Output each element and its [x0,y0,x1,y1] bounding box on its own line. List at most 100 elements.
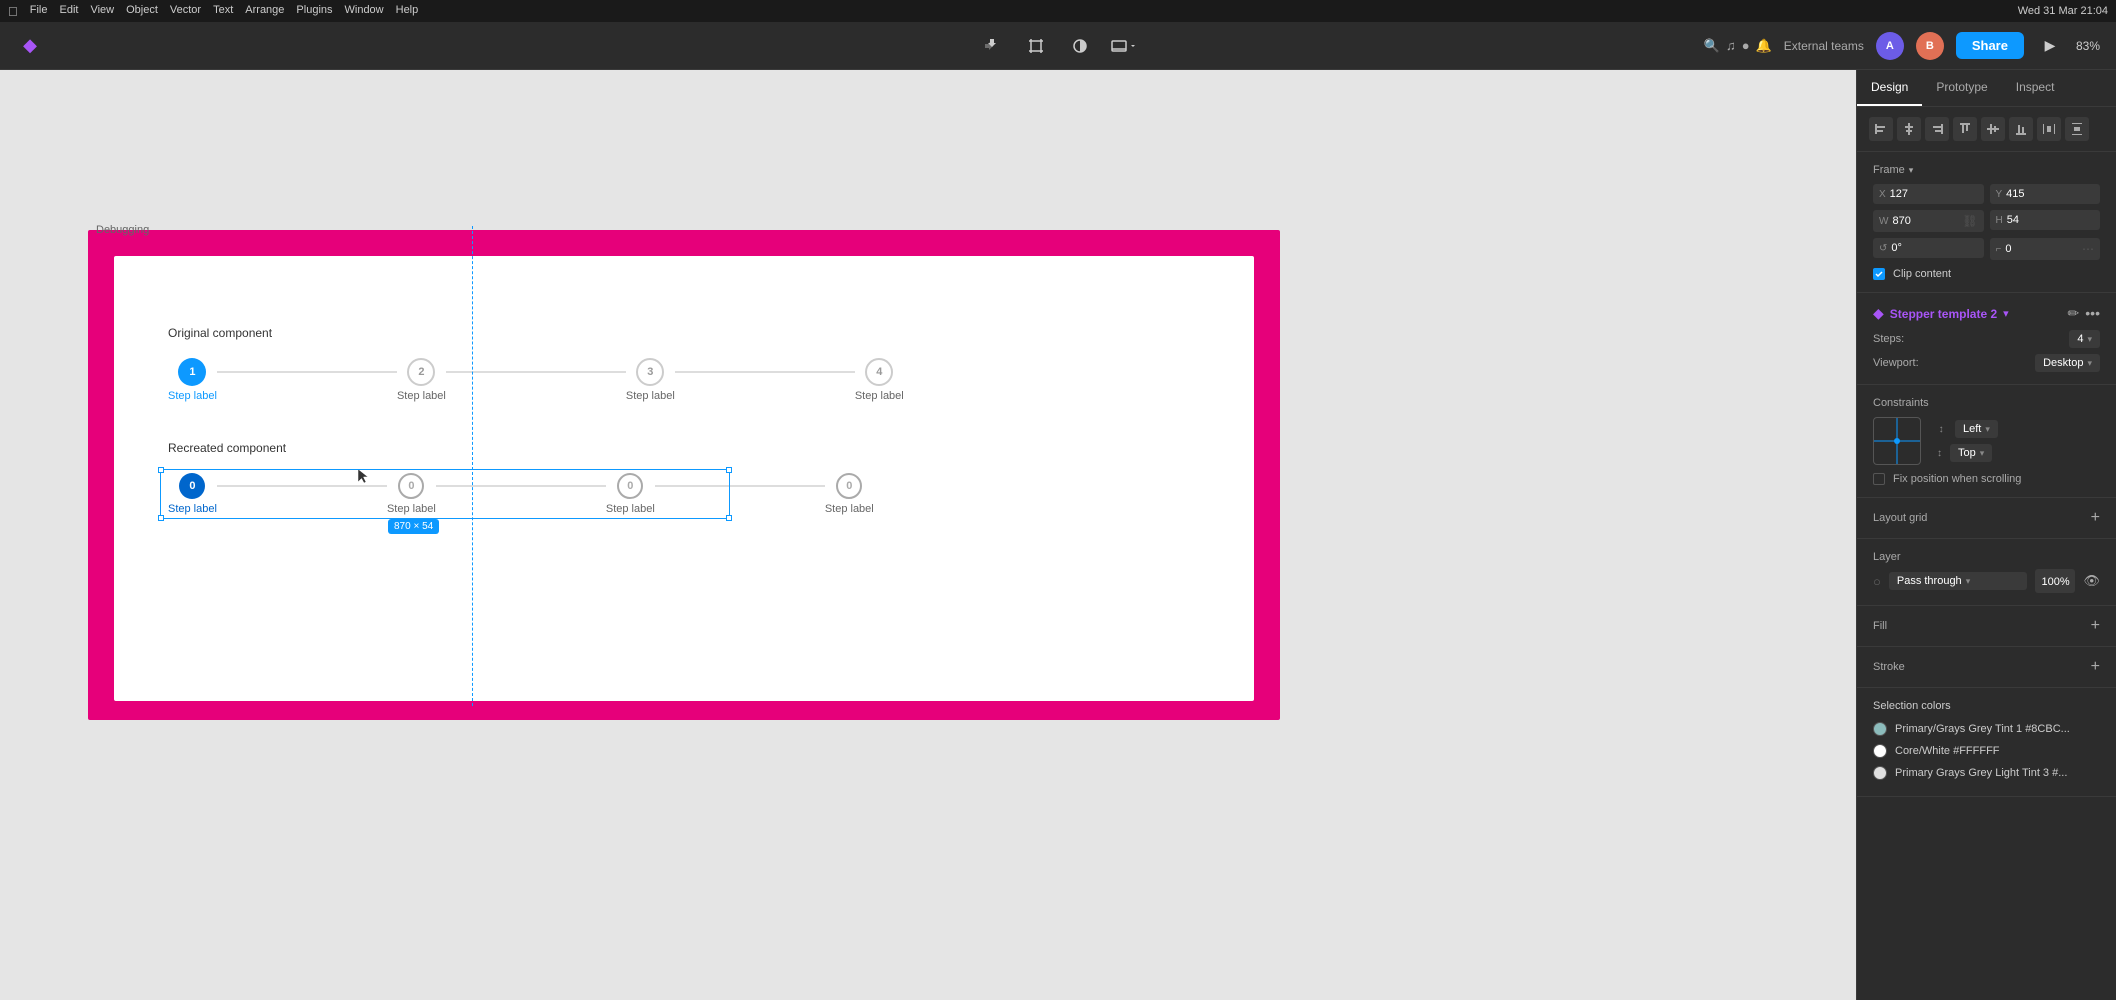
recreated-stepper: 0 Step label 0 Step label [168,473,874,515]
steps-value[interactable]: 4 [2077,333,2083,345]
fix-position-checkbox[interactable] [1873,473,1885,485]
corner-radius-value[interactable]: 0 [2005,243,2011,255]
frame-caret-icon: ▾ [1909,165,1914,176]
constraints-visual [1873,417,1921,465]
menu-file[interactable]: File [30,4,48,19]
viewport-label: Viewport: [1873,357,1919,369]
align-center-h-btn[interactable] [1897,117,1921,141]
handle-br[interactable] [726,515,732,521]
contrast-tool[interactable] [1066,32,1094,60]
toolbar-left: ◆ [16,32,44,60]
visibility-toggle[interactable]: 👁 [2083,573,2100,589]
component-caret[interactable]: ▾ [2003,307,2009,320]
layout-grid-label: Layout grid [1873,512,1927,524]
fill-section: Fill + [1857,606,2116,647]
menu-apple[interactable]:  [8,4,18,19]
align-right-btn[interactable] [1925,117,1949,141]
stroke-section: Stroke + [1857,647,2116,688]
align-top-btn[interactable] [1953,117,1977,141]
recreated-component-label: Recreated component [168,441,874,455]
opacity-input[interactable]: 100% [2035,569,2075,593]
color-swatch-3[interactable] [1873,766,1887,780]
frame-label[interactable]: Frame ▾ [1873,164,1913,176]
color-swatch-1[interactable] [1873,722,1887,736]
play-button[interactable]: ▶ [2036,32,2064,60]
v-constraint-value[interactable]: Top ▾ [1950,444,1992,462]
viewport-tool[interactable] [1110,32,1138,60]
tab-inspect[interactable]: Inspect [2002,70,2069,106]
clip-content-checkbox[interactable] [1873,268,1885,280]
opacity-value: 100% [2041,576,2069,588]
align-left-btn[interactable] [1869,117,1893,141]
component-edit-icon[interactable]: ✏ [2068,305,2080,322]
step-2-label: Step label [397,390,446,402]
handle-bl[interactable] [158,515,164,521]
menu-plugins[interactable]: Plugins [296,4,332,19]
clip-content-label: Clip content [1893,268,1951,280]
step-3-line [675,371,855,373]
align-middle-btn[interactable] [1981,117,2005,141]
menu-object[interactable]: Object [126,4,158,19]
timer-icon[interactable]: ● [1742,38,1750,53]
menu-view[interactable]: View [90,4,114,19]
color-swatch-2[interactable] [1873,744,1887,758]
notification-icon[interactable]: 🔔 [1756,38,1772,54]
frame-tool[interactable] [1022,32,1050,60]
blend-mode-circle-icon: ○ [1873,574,1881,589]
share-button[interactable]: Share [1956,32,2024,59]
tab-prototype[interactable]: Prototype [1922,70,2001,106]
color-name-3: Primary Grays Grey Light Tint 3 #... [1895,767,2067,779]
x-value[interactable]: 127 [1890,188,1908,200]
menu-arrange[interactable]: Arrange [245,4,284,19]
h-value[interactable]: 54 [2007,214,2019,226]
stroke-add-btn[interactable]: + [2091,659,2100,675]
step-1-line [217,371,397,373]
viewport-value[interactable]: Desktop [2043,357,2083,369]
zoom-level[interactable]: 83% [2076,39,2100,53]
figma-logo[interactable]: ◆ [16,32,44,60]
align-bottom-btn[interactable] [2009,117,2033,141]
rotation-value[interactable]: 0° [1891,242,1902,254]
layer-title: Layer [1873,551,1901,563]
distribute-h-btn[interactable] [2037,117,2061,141]
layout-grid-add-btn[interactable]: + [2091,510,2100,526]
menu-help[interactable]: Help [396,4,419,19]
status-time: Wed 31 Mar 21:04 [2018,5,2108,17]
blend-mode-selector[interactable]: Pass through ▾ [1889,572,2028,590]
search-icon[interactable]: 🔍 [1704,38,1720,54]
figma-community-icon[interactable]: ♫ [1726,38,1736,53]
status-bar:  File Edit View Object Vector Text Arra… [0,0,2116,22]
menu-edit[interactable]: Edit [59,4,78,19]
menu-text[interactable]: Text [213,4,233,19]
y-value[interactable]: 415 [2006,188,2024,200]
component-more-icon[interactable]: ••• [2085,305,2100,322]
menu-bar[interactable]:  File Edit View Object Vector Text Arra… [8,4,418,19]
steps-caret-icon[interactable]: ▾ [2087,334,2092,345]
tab-design[interactable]: Design [1857,70,1922,106]
step-2-circle: 2 [407,358,435,386]
h-constraint-value[interactable]: Left ▾ [1955,420,1998,438]
menu-window[interactable]: Window [345,4,384,19]
move-tool[interactable] [978,32,1006,60]
component-name: Stepper template 2 [1890,307,1997,321]
fix-position-label: Fix position when scrolling [1893,473,2021,485]
blend-mode-caret-icon: ▾ [1966,576,1971,587]
r-step-4-label: Step label [825,503,874,515]
constrain-proportions[interactable]: ⛓ [1962,214,1977,228]
menu-vector[interactable]: Vector [170,4,201,19]
viewport-caret-icon[interactable]: ▾ [2087,358,2092,369]
frame-section: Frame ▾ X 127 Y 415 [1857,152,2116,293]
pink-frame: Original component 1 Step label 2 Step l… [88,230,1280,720]
w-value[interactable]: 870 [1892,215,1910,227]
corner-radius-expand[interactable]: ⋯ [2082,242,2094,256]
r-step-4: 0 Step label [825,473,874,515]
handle-tl[interactable] [158,467,164,473]
distribute-v-btn[interactable] [2065,117,2089,141]
r-step-3-label: Step label [606,503,655,515]
cursor-indicator [358,469,374,489]
fill-add-btn[interactable]: + [2091,618,2100,634]
step-4-circle: 4 [865,358,893,386]
r-step-2: 0 Step label [387,473,436,515]
toolbar-center [978,32,1138,60]
step-4: 4 Step label [855,358,904,402]
